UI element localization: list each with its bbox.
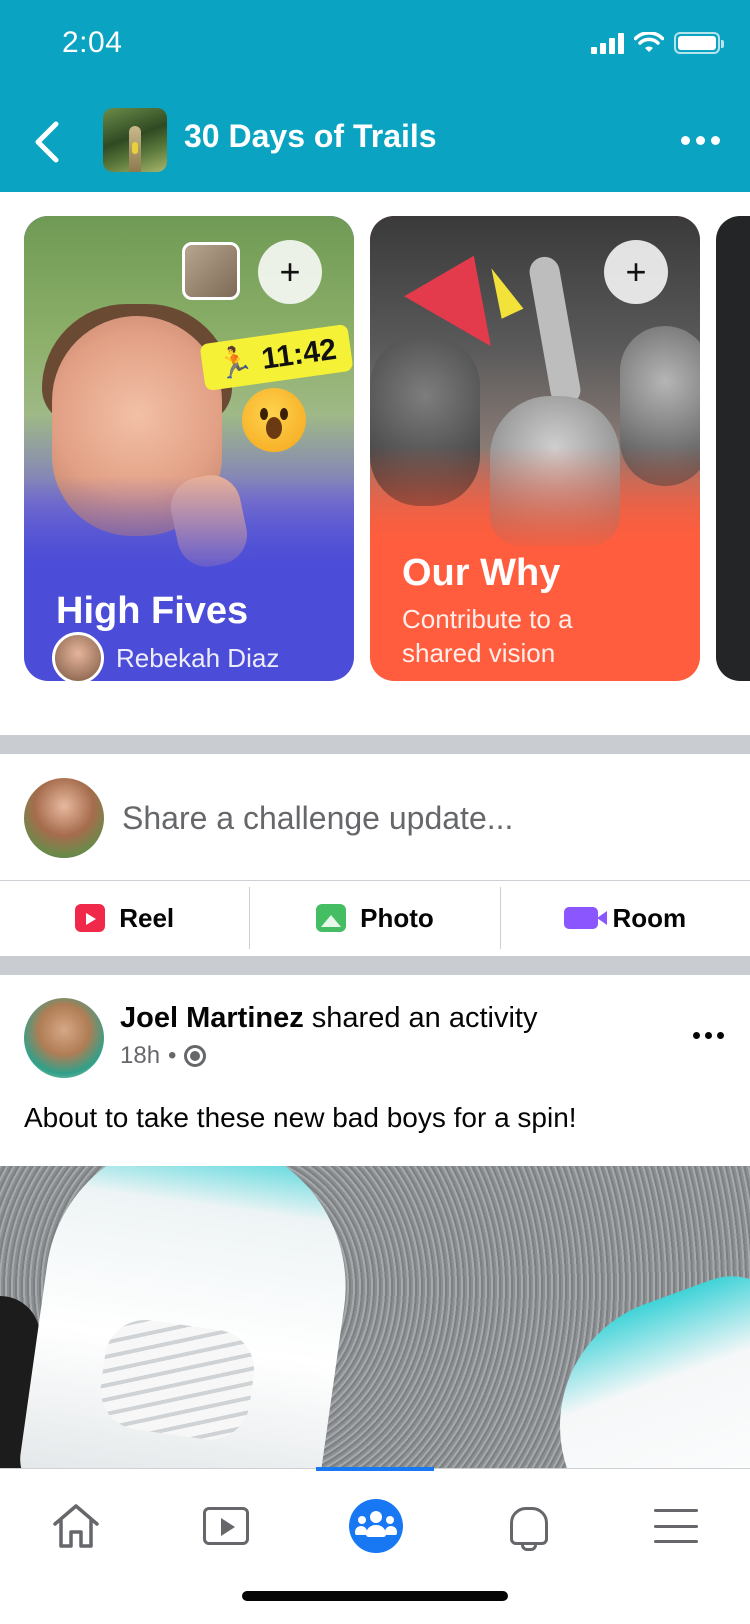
battery-icon (674, 32, 724, 54)
video-icon (203, 1507, 249, 1545)
post-header: Joel Martinez shared an activity (120, 1002, 537, 1035)
composer: Share a challenge update... (0, 754, 750, 880)
post-author-name[interactable]: Joel Martinez (120, 1002, 304, 1034)
photo-button[interactable]: Photo (250, 887, 501, 949)
nav-video[interactable] (186, 1491, 266, 1561)
home-indicator[interactable] (242, 1591, 508, 1601)
back-button[interactable] (22, 112, 72, 172)
reel-button[interactable]: Reel (0, 887, 251, 949)
sneaker (523, 1259, 750, 1468)
active-tab-indicator (316, 1467, 434, 1471)
more-options-button[interactable] (676, 126, 724, 154)
avatar[interactable] (24, 778, 104, 858)
avatar (52, 632, 104, 681)
timer-value: 11:42 (259, 332, 339, 376)
meta-separator: • (168, 1042, 177, 1069)
chevron-left-icon (35, 121, 59, 163)
card-next-partial[interactable] (716, 216, 750, 681)
mini-photo-thumbnail (182, 242, 240, 300)
card-subtitle: Contribute to a shared vision (402, 604, 573, 668)
avatar[interactable] (24, 998, 104, 1078)
photo-icon (316, 904, 347, 932)
action-label: Room (612, 902, 687, 933)
signal-icon (591, 32, 624, 54)
sneaker (15, 1166, 365, 1468)
post-more-button[interactable] (693, 1032, 724, 1039)
status-time: 2:04 (62, 26, 123, 59)
card-high-fives[interactable]: + 🏃 11:42 High Fives Rebekah Diaz (24, 216, 354, 681)
nav-notifications[interactable] (486, 1491, 566, 1561)
groups-icon (349, 1499, 403, 1553)
add-button[interactable]: + (604, 240, 668, 304)
card-author: Rebekah Diaz (52, 632, 279, 681)
nav-menu[interactable] (636, 1491, 716, 1561)
author-name: Rebekah Diaz (116, 642, 280, 673)
app-header: 2:04 30 Days of Trails (0, 0, 750, 192)
post-time[interactable]: 18h (120, 1042, 160, 1070)
card-our-why[interactable]: + Our Why Contribute to a shared vision (370, 216, 700, 681)
notifications-bell-icon (507, 1504, 548, 1551)
menu-icon (654, 1509, 698, 1543)
surprised-emoji-icon (242, 388, 306, 452)
nav-home[interactable] (36, 1491, 116, 1561)
post-text: About to take these new bad boys for a s… (24, 1102, 577, 1133)
status-icons (591, 32, 724, 54)
action-label: Reel (119, 902, 175, 933)
challenge-cards-carousel: + 🏃 11:42 High Fives Rebekah Diaz + Our … (0, 192, 750, 735)
home-icon (53, 1504, 99, 1548)
post-image[interactable] (0, 1166, 750, 1468)
post-action-text: shared an activity (311, 1002, 538, 1034)
composer-actions: Reel Photo Room (0, 880, 750, 954)
room-button[interactable]: Room (501, 887, 750, 949)
audience-icon (184, 1045, 207, 1067)
card-title: Our Why (402, 552, 561, 594)
room-icon (564, 907, 608, 929)
add-button[interactable]: + (258, 240, 322, 304)
section-divider (0, 956, 750, 975)
action-label: Photo (360, 902, 434, 933)
share-update-input[interactable]: Share a challenge update... (122, 800, 513, 837)
reel-icon (75, 904, 106, 932)
group-title[interactable]: 30 Days of Trails (184, 118, 437, 155)
post-meta: 18h • (120, 1042, 207, 1070)
nav-groups[interactable] (336, 1491, 416, 1561)
card-title: High Fives (56, 590, 249, 632)
wifi-icon (634, 32, 664, 52)
section-divider (0, 735, 750, 754)
group-thumbnail[interactable] (103, 108, 167, 172)
